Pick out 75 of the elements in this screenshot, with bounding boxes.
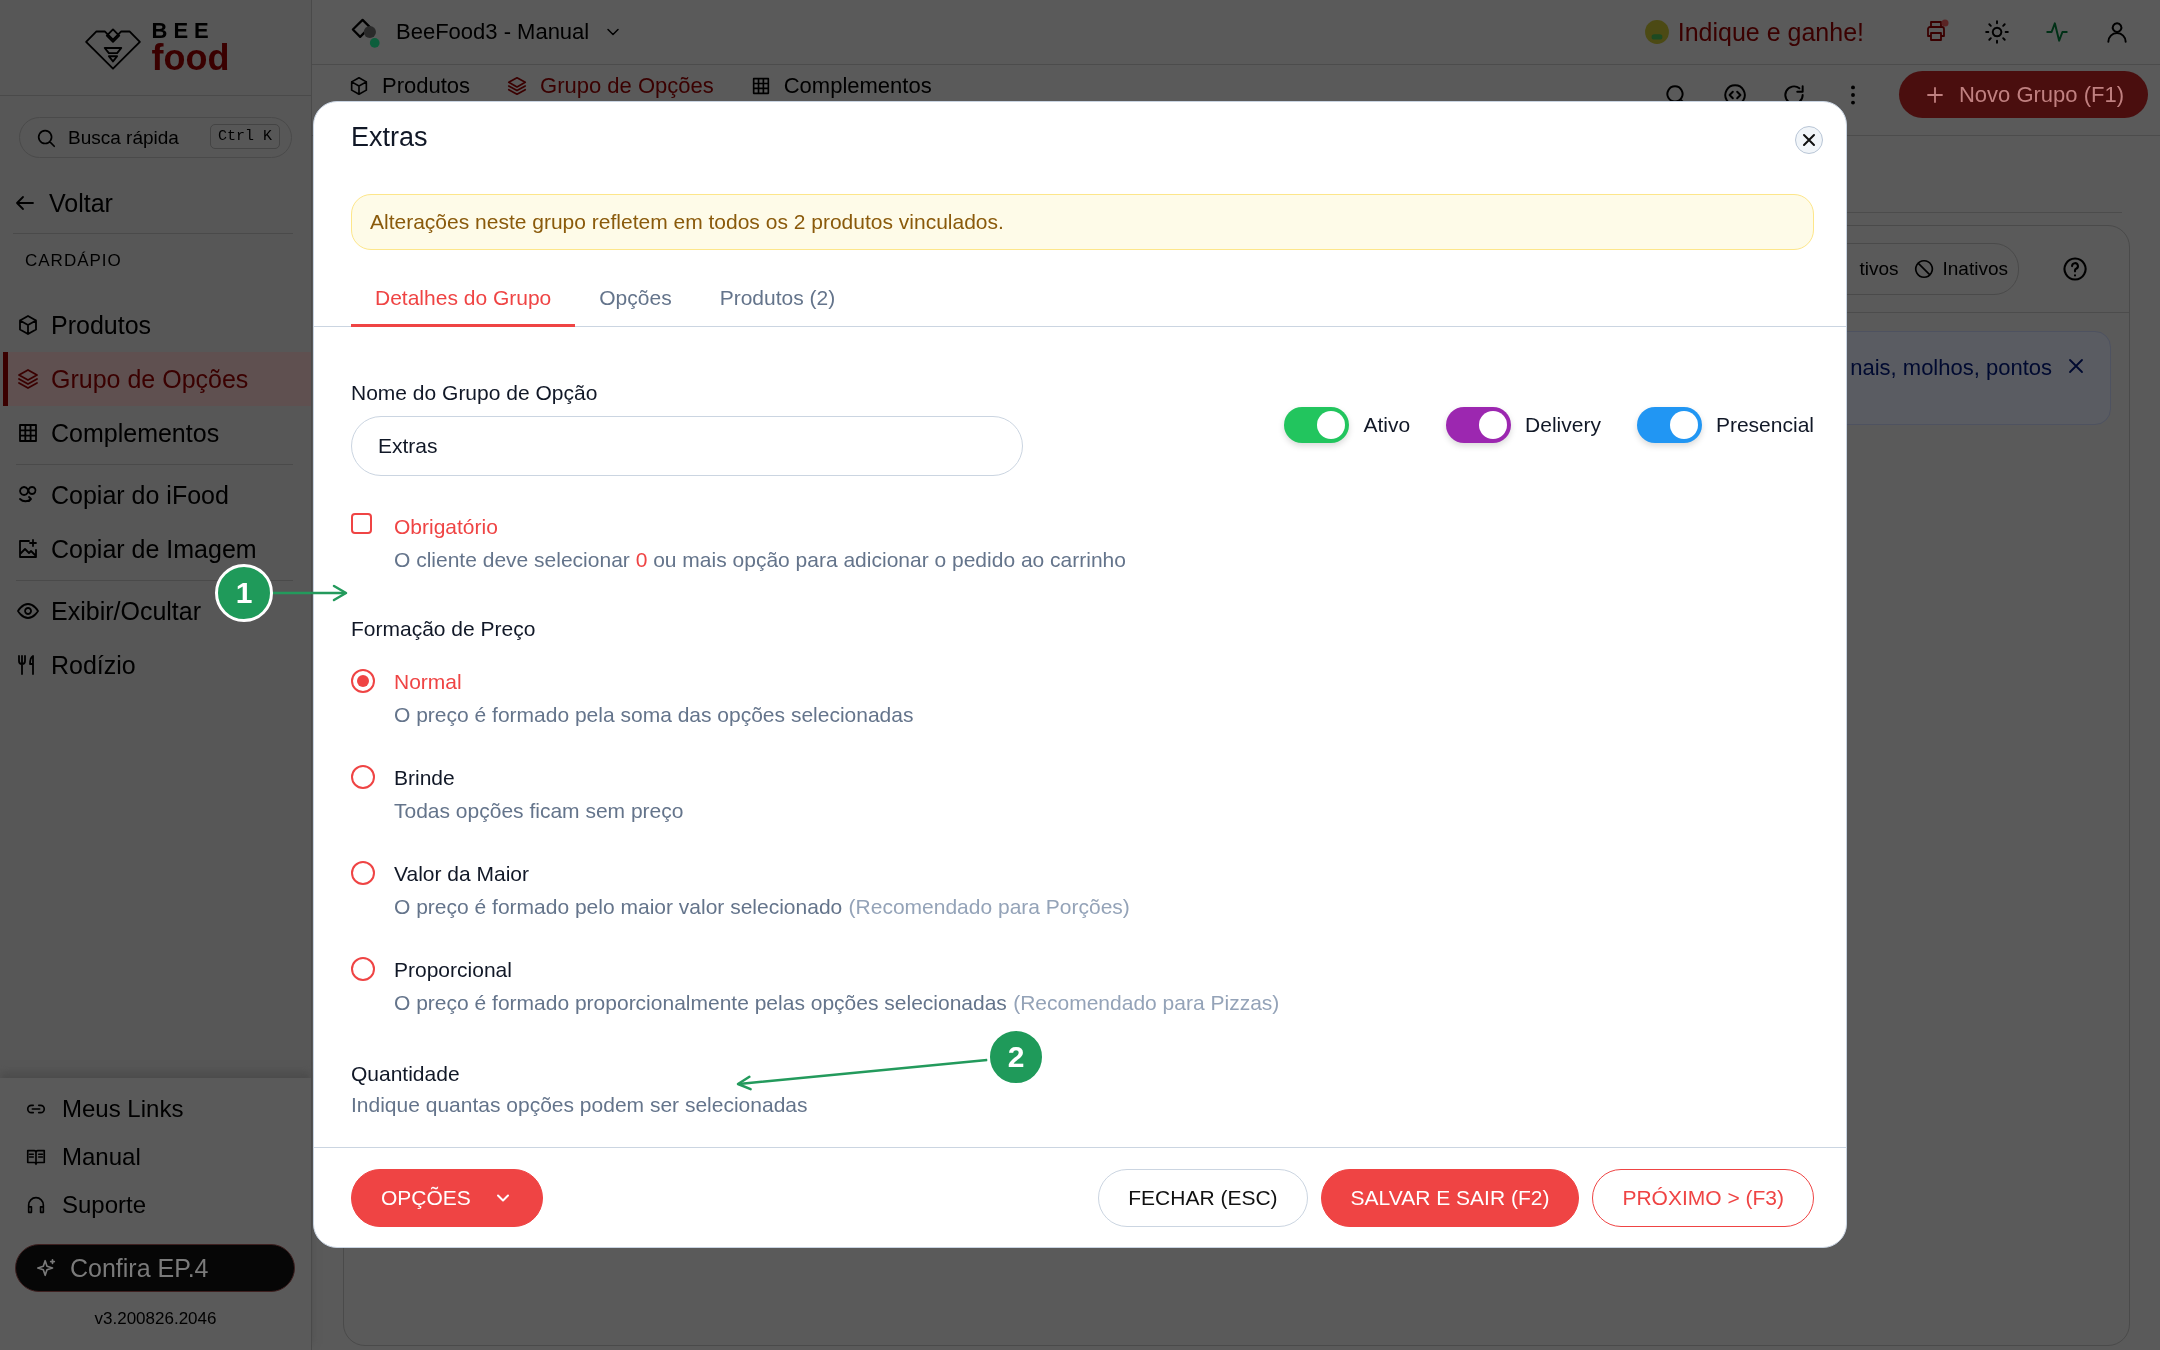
- new-group-button[interactable]: Novo Grupo (F1): [1898, 71, 2148, 118]
- option-label: Proporcional: [394, 957, 513, 983]
- name-field[interactable]: Extras: [351, 416, 1023, 476]
- dialog-tab[interactable]: Detalhes do Grupo: [351, 271, 576, 327]
- save-button[interactable]: SALVAR E SAIR (F2): [1320, 1169, 1580, 1227]
- logo-text: food: [151, 39, 230, 76]
- section-label: Quantidade: [351, 1061, 460, 1087]
- sidebar-item[interactable]: Copiar do iFood: [3, 468, 237, 522]
- info-text: nais, molhos, pontos: [1850, 354, 2052, 382]
- logo-text: BEE: [151, 19, 216, 42]
- version-text: v3.200826.2046: [93, 1308, 218, 1330]
- emoji-icon: [1643, 19, 1670, 45]
- option-label: Normal: [394, 669, 463, 695]
- sidebar-item[interactable]: Exibir/Ocultar: [3, 584, 210, 638]
- radio-button[interactable]: [351, 957, 375, 981]
- toggle-label: Presencial: [1715, 413, 1814, 437]
- toggle-switch[interactable]: [1446, 407, 1512, 443]
- field-label: Nome do Grupo de Opção: [351, 380, 599, 406]
- notice-text: Alterações neste grupo refletem em todos os 2 produtos vinculados.: [370, 210, 1004, 234]
- store-selector[interactable]: BeeFood3 - Manual: [348, 15, 624, 49]
- option-description: O preço é formado proporcionalmente pelas opções selecionadas (Recomendado para Pizzas): [394, 990, 1281, 1016]
- back-link[interactable]: Voltar: [13, 183, 311, 223]
- option-description: O preço é formado pelo maior valor selecionado (Recomendado para Porções): [394, 894, 1131, 920]
- toggle-label: Delivery: [1525, 413, 1601, 437]
- option-label: Brinde: [394, 765, 456, 791]
- sidebar-link[interactable]: Manual: [0, 1133, 311, 1181]
- sidebar-link[interactable]: Meus Links: [0, 1085, 311, 1133]
- close-dialog-button[interactable]: FECHAR (ESC): [1098, 1169, 1308, 1227]
- filter-option[interactable]: Inativos: [1912, 258, 2008, 280]
- filter-option[interactable]: tivos: [1859, 258, 1899, 280]
- sidebar-item[interactable]: Grupo de Opções: [3, 352, 311, 406]
- grid-icon: [16, 421, 40, 445]
- sidebar-item[interactable]: Complementos: [3, 406, 228, 460]
- option-description: O preço é formado pela soma das opções selecionadas: [394, 702, 915, 728]
- radio-button[interactable]: [351, 765, 375, 789]
- layers-icon: [16, 367, 40, 391]
- section-heading: CARDÁPIO: [25, 250, 123, 272]
- cube-icon: [348, 75, 370, 97]
- page-tab[interactable]: Complementos: [749, 73, 932, 99]
- cube-icon: [16, 313, 40, 337]
- search-icon: [35, 127, 57, 149]
- toggle-switch[interactable]: [1284, 407, 1350, 443]
- referral-link[interactable]: Indique e ganhe!: [1643, 17, 1864, 47]
- page-tab[interactable]: Grupo de Opções: [506, 73, 714, 99]
- layers-icon: [506, 75, 529, 97]
- toggle-switch[interactable]: [1636, 407, 1702, 443]
- page-tab[interactable]: Produtos: [348, 73, 471, 99]
- radio-button[interactable]: [351, 669, 375, 693]
- dialog-tab[interactable]: Opções: [575, 271, 696, 327]
- sidebar-item[interactable]: Produtos: [3, 298, 160, 352]
- section-description: Indique quantas opções podem ser selecionadas: [351, 1092, 808, 1118]
- sidebar-item[interactable]: Rodízio: [3, 638, 144, 692]
- checkbox[interactable]: [351, 513, 372, 534]
- sun-icon[interactable]: [1984, 19, 2010, 45]
- dialog-tab[interactable]: Produtos (2): [695, 271, 860, 327]
- sidebar-link[interactable]: Suporte: [0, 1181, 311, 1229]
- help-icon[interactable]: [2061, 255, 2089, 283]
- option-label: Valor da Maior: [394, 861, 530, 887]
- promo-button[interactable]: Confira EP.4: [15, 1244, 295, 1292]
- option-label: Obrigatório: [394, 514, 499, 540]
- close-button[interactable]: [1795, 126, 1823, 154]
- shortcut-key: Ctrl K: [210, 124, 280, 149]
- activity-icon[interactable]: [2044, 19, 2070, 45]
- section-label: Formação de Preço: [351, 616, 537, 642]
- options-button[interactable]: OPÇÕES: [351, 1169, 543, 1227]
- sparkle-icon: [36, 1257, 58, 1279]
- user-icon[interactable]: [2104, 19, 2130, 45]
- option-description: Todas opções ficam sem preço: [394, 798, 685, 824]
- toggle-label: Ativo: [1363, 413, 1411, 437]
- option-description: O cliente deve selecionar 0 ou mais opção para adicionar o pedido ao carrinho: [394, 547, 1127, 573]
- dialog-title: Extras: [351, 121, 428, 154]
- next-button[interactable]: PRÓXIMO > (F3): [1592, 1169, 1814, 1227]
- headphones-icon: [25, 1194, 47, 1216]
- image-plus-icon: [16, 537, 40, 561]
- radio-button[interactable]: [351, 861, 375, 885]
